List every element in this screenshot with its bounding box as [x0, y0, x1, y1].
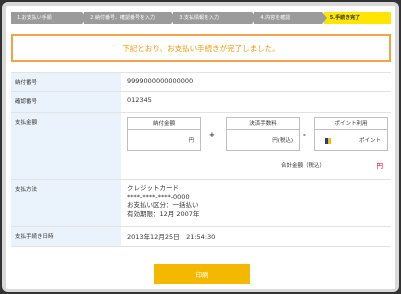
table-row: 納付番号 9999000000000000	[11, 72, 391, 92]
points-box: ポイント利用 ポイント	[314, 117, 388, 151]
method-label: 支払方法	[11, 179, 121, 227]
fee-value: 円(税込)	[272, 138, 293, 144]
payment-number-value: 9999000000000000	[121, 72, 391, 92]
datetime-label: 支払手続き日時	[11, 226, 121, 247]
total-label: 合計金額（税込）	[281, 163, 326, 169]
points-title: ポイント利用	[315, 118, 387, 130]
payment-info-table: 納付番号 9999000000000000 確認番号 012345 支払金額 納…	[11, 72, 391, 247]
method-value: クレジットカード ****-****-****-0000 お支払い区分：一括払い…	[121, 179, 391, 227]
step-indicator: 1.お支払い手順 2.納付番号、確認番号を入力 3.支払情報を入力 4.内容を確…	[11, 12, 391, 24]
plus-sign: +	[209, 131, 215, 139]
minus-sign: -	[303, 131, 306, 139]
content-panel: 1.お支払い手順 2.納付番号、確認番号を入力 3.支払情報を入力 4.内容を確…	[6, 6, 395, 289]
completion-notice: 下記とおり、お支払い手続きが完了しました。	[11, 34, 391, 62]
step-4: 4.内容を確認	[254, 12, 328, 24]
step-1: 1.お支払い手順	[11, 12, 88, 24]
payment-amount-value: 円	[188, 138, 194, 144]
installment-type: お支払い区分：一括払い	[127, 201, 199, 209]
card-number: ****-****-****-0000	[127, 192, 190, 201]
confirm-number-label: 確認番号	[11, 91, 121, 113]
table-row: 支払手続き日時 2013年12月25日 21:54:30	[11, 226, 391, 247]
step-5-current: 5.手続き完了	[323, 12, 391, 24]
print-button[interactable]: 印刷	[154, 264, 250, 284]
table-row: 支払金額 納付金額 円 + 決済手数料 円(税込) - ポイント利用 ポイント …	[11, 112, 391, 180]
fee-title: 決済手数料	[227, 118, 299, 130]
table-row: 支払方法 クレジットカード ****-****-****-0000 お支払い区分…	[11, 179, 391, 227]
points-icon	[325, 138, 331, 144]
fee-box: 決済手数料 円(税込)	[226, 117, 300, 151]
window-frame: 1.お支払い手順 2.納付番号、確認番号を入力 3.支払情報を入力 4.内容を確…	[2, 2, 399, 292]
step-2: 2.納付番号、確認番号を入力	[84, 12, 177, 24]
confirm-number-value: 012345	[121, 91, 391, 113]
datetime-value: 2013年12月25日 21:54:30	[121, 226, 391, 247]
amount-label: 支払金額	[11, 112, 121, 180]
method-type: クレジットカード	[127, 184, 179, 192]
payment-amount-title: 納付金額	[128, 118, 200, 130]
step-3: 3.支払情報を入力	[173, 12, 258, 24]
table-row: 確認番号 012345	[11, 91, 391, 113]
amount-breakdown: 納付金額 円 + 決済手数料 円(税込) - ポイント利用 ポイント 合計金額（…	[121, 113, 391, 179]
payment-amount-box: 納付金額 円	[127, 117, 201, 151]
expiry-date: 有効期限：12月 2007年	[127, 209, 200, 218]
total-value: 円	[376, 162, 384, 170]
points-value: ポイント	[358, 138, 381, 144]
payment-number-label: 納付番号	[11, 72, 121, 92]
